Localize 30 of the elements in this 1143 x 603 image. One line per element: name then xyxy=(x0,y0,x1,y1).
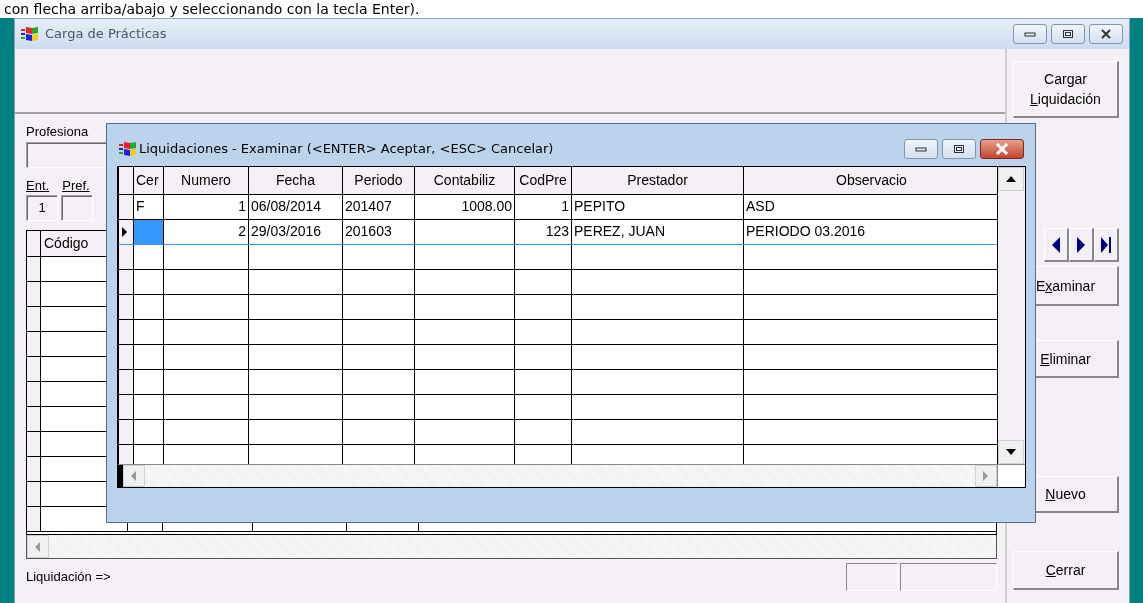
column-header[interactable]: Numero xyxy=(163,167,249,194)
column-header[interactable]: Cer xyxy=(133,167,164,194)
input-field[interactable]: 1 xyxy=(26,195,58,221)
table-cell[interactable]: 123 xyxy=(514,219,572,244)
table-cell[interactable]: PEREZ, JUAN xyxy=(571,219,744,244)
column-header[interactable]: Observacio xyxy=(743,167,998,194)
caption-text: con flecha arriba/abajo y seleccionando con la tecla Enter). xyxy=(3,1,420,18)
window-title: Carga de Prácticas xyxy=(45,25,167,44)
column-header[interactable]: CodPre xyxy=(514,167,572,194)
column-header[interactable]: Fecha xyxy=(248,167,343,194)
form-button[interactable]: Cargar Liquidación xyxy=(1013,61,1119,118)
form-button[interactable]: Cerrar xyxy=(1013,551,1119,590)
field-label: Pref. xyxy=(62,178,90,194)
column-header[interactable]: Prestador xyxy=(571,167,744,194)
field-label: Profesiona xyxy=(26,124,90,140)
column-header[interactable]: Contabiliz xyxy=(414,167,515,194)
table-cell[interactable]: PEPITO xyxy=(571,194,744,219)
table-cell[interactable]: 2 xyxy=(163,219,249,244)
table-cell[interactable]: 201407 xyxy=(342,194,415,219)
table-cell[interactable]: 06/08/2014 xyxy=(248,194,343,219)
status-label: Liquidación => xyxy=(26,569,111,585)
column-header[interactable]: Periodo xyxy=(342,167,415,194)
table-cell[interactable]: F xyxy=(133,194,164,219)
table-cell[interactable]: 1 xyxy=(163,194,249,219)
window-title: Liquidaciones - Examinar (<ENTER> Aceptar, <ESC> Cancelar) xyxy=(139,140,554,159)
table-cell[interactable]: 1008.00 xyxy=(414,194,515,219)
table-cell[interactable]: 1 xyxy=(514,194,572,219)
table-cell[interactable]: 201603 xyxy=(342,219,415,244)
table-cell[interactable]: 29/03/2016 xyxy=(248,219,343,244)
field-label: Ent. xyxy=(26,178,51,194)
